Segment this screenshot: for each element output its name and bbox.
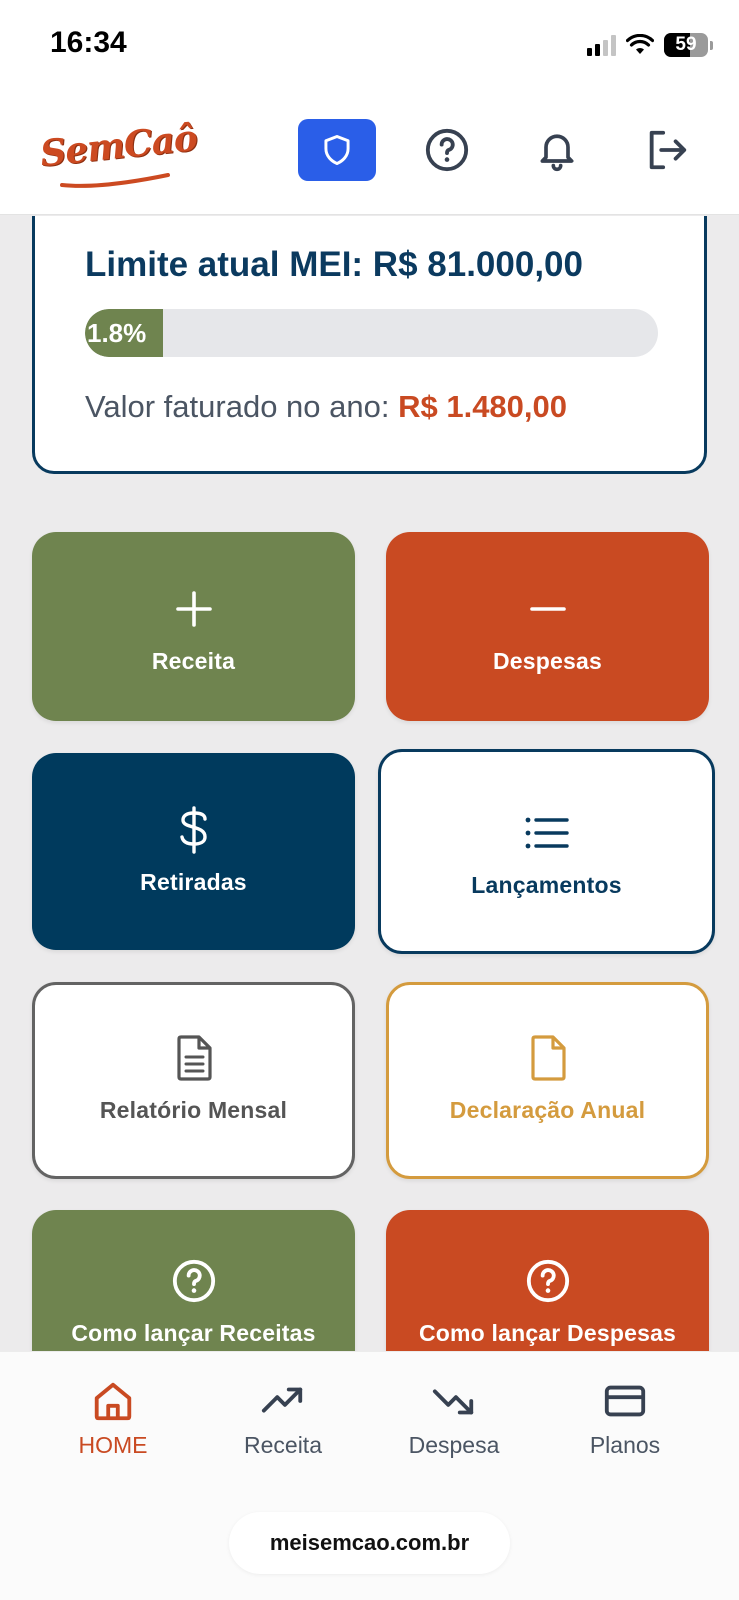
nav-item-home[interactable]: HOME bbox=[33, 1378, 193, 1459]
nav-item-despesa[interactable]: Despesa bbox=[374, 1378, 534, 1459]
help-button[interactable] bbox=[408, 119, 486, 181]
plus-icon bbox=[175, 591, 212, 627]
credit-card-icon bbox=[604, 1385, 646, 1417]
bottom-nav: HOME Receita Despesa Planos meisemcao.co… bbox=[0, 1351, 739, 1600]
nav-label-planos: Planos bbox=[589, 1432, 661, 1458]
logout-icon bbox=[649, 130, 687, 170]
notifications-button[interactable] bbox=[518, 119, 596, 181]
trending-down-icon bbox=[432, 1389, 474, 1415]
help-circle-icon bbox=[425, 128, 469, 172]
como-lancar-despesas-label: Como lançar Despesas bbox=[418, 1320, 677, 1346]
logo-swoosh bbox=[60, 173, 170, 188]
app-header: SemCaô bbox=[0, 95, 739, 215]
como-lancar-receitas-label: Como lançar Receitas bbox=[71, 1320, 316, 1346]
minus-icon bbox=[529, 607, 566, 611]
lancamentos-tile[interactable]: Lançamentos bbox=[378, 749, 715, 954]
relatorio-mensal-label: Relatório Mensal bbox=[99, 1097, 288, 1123]
receita-label: Receita bbox=[151, 648, 236, 674]
nav-label-receita: Receita bbox=[244, 1432, 322, 1458]
status-bar: 16:34 59 bbox=[0, 0, 739, 95]
limit-title: Limite atual MEI: R$ 81.000,00 bbox=[85, 245, 583, 284]
limit-progress-bar: 1.8% bbox=[85, 309, 658, 357]
status-time: 16:34 bbox=[50, 26, 127, 59]
browser-url-bar[interactable]: meisemcao.com.br bbox=[229, 1512, 510, 1574]
lancamentos-label: Lançamentos bbox=[471, 872, 622, 898]
wifi-icon bbox=[626, 34, 654, 54]
como-lancar-despesas-tile[interactable]: Como lançar Despesas bbox=[386, 1210, 709, 1351]
despesas-tile[interactable]: Despesas bbox=[386, 532, 709, 721]
limit-progress-label: 1.8% bbox=[87, 318, 147, 348]
file-icon bbox=[530, 1035, 566, 1081]
faturado-text: Valor faturado no ano: R$ 1.480,00 bbox=[85, 389, 567, 425]
document-icon bbox=[176, 1035, 212, 1081]
nav-label-despesa: Despesa bbox=[408, 1432, 500, 1458]
shield-icon bbox=[324, 134, 350, 166]
logo[interactable]: SemCaô bbox=[38, 117, 199, 175]
mei-limit-card: Limite atual MEI: R$ 81.000,00 1.8% Valo… bbox=[32, 216, 707, 474]
bell-icon bbox=[540, 134, 574, 172]
shield-button[interactable] bbox=[298, 119, 376, 181]
declaracao-anual-label: Declaração Anual bbox=[449, 1097, 646, 1123]
battery-level: 59 bbox=[675, 34, 697, 55]
dashboard-content[interactable]: Limite atual MEI: R$ 81.000,00 1.8% Valo… bbox=[0, 216, 739, 1351]
retiradas-tile[interactable]: Retiradas bbox=[32, 753, 355, 950]
relatorio-mensal-tile[interactable]: Relatório Mensal bbox=[32, 982, 355, 1179]
logout-button[interactable] bbox=[628, 119, 706, 181]
help-circle-icon bbox=[172, 1259, 215, 1303]
receita-tile[interactable]: Receita bbox=[32, 532, 355, 721]
nav-item-receita[interactable]: Receita bbox=[203, 1378, 363, 1459]
cellular-signal-icon bbox=[587, 34, 616, 56]
battery-icon: 59 bbox=[664, 33, 708, 57]
help-circle-icon bbox=[526, 1259, 569, 1303]
nav-item-planos[interactable]: Planos bbox=[545, 1378, 705, 1459]
retiradas-label: Retiradas bbox=[140, 869, 247, 895]
faturado-label: Valor faturado no ano: bbox=[85, 389, 399, 424]
despesas-label: Despesas bbox=[492, 648, 602, 674]
status-icons: 59 bbox=[587, 30, 713, 60]
list-icon bbox=[525, 817, 569, 849]
home-icon bbox=[94, 1382, 132, 1421]
dollar-icon bbox=[179, 806, 207, 854]
declaracao-anual-tile[interactable]: Declaração Anual bbox=[386, 982, 709, 1179]
trending-up-icon bbox=[261, 1387, 303, 1413]
como-lancar-receitas-tile[interactable]: Como lançar Receitas bbox=[32, 1210, 355, 1351]
nav-label-home: HOME bbox=[78, 1432, 148, 1458]
faturado-value: R$ 1.480,00 bbox=[398, 389, 568, 424]
